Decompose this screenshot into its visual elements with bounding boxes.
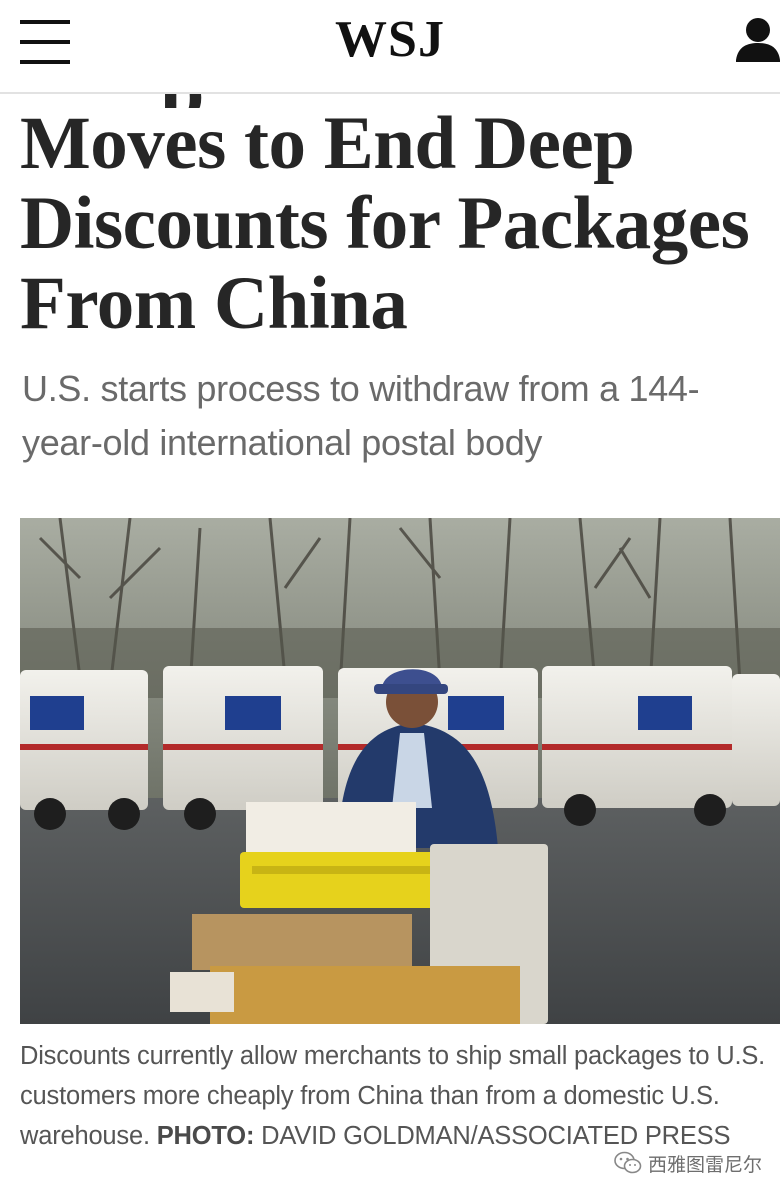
wechat-icon bbox=[614, 1151, 642, 1174]
wsj-logo[interactable]: WSJ bbox=[0, 10, 780, 69]
article-photo bbox=[20, 518, 780, 1024]
article-dek: U.S. starts process to withdraw from a 1… bbox=[22, 368, 700, 463]
article-headline: Moves to End Deep Discounts for Packages… bbox=[20, 102, 750, 345]
wechat-watermark: 西雅图雷尼尔 bbox=[614, 1148, 762, 1178]
photo-credit: DAVID GOLDMAN/ASSOCIATED PRESS bbox=[261, 1122, 731, 1150]
hamburger-menu-icon[interactable] bbox=[18, 18, 72, 66]
watermark-text: 西雅图雷尼尔 bbox=[648, 1153, 763, 1176]
photo-caption: Discounts currently allow merchants to s… bbox=[20, 1036, 778, 1156]
photo-credit-label: PHOTO: bbox=[156, 1122, 255, 1150]
user-icon[interactable] bbox=[734, 16, 780, 66]
top-nav-bar: WSJ bbox=[0, 0, 780, 94]
